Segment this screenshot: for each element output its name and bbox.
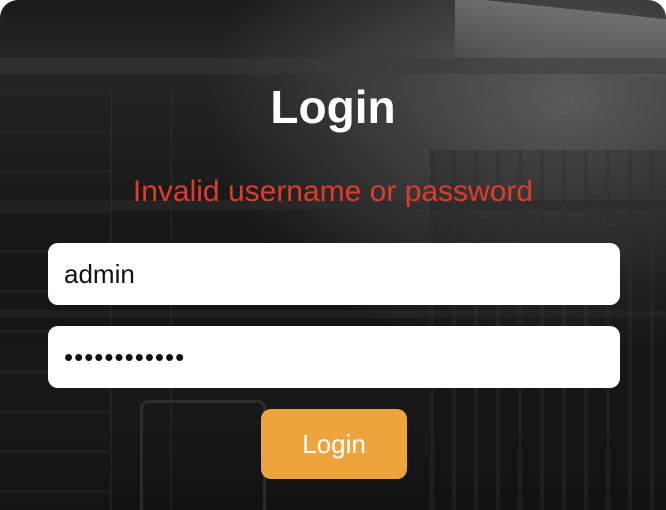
login-title: Login xyxy=(270,81,396,133)
username-input[interactable] xyxy=(48,243,620,305)
password-input[interactable] xyxy=(48,326,620,388)
login-button[interactable]: Login xyxy=(261,409,407,479)
error-message: Invalid username or password xyxy=(132,175,534,208)
